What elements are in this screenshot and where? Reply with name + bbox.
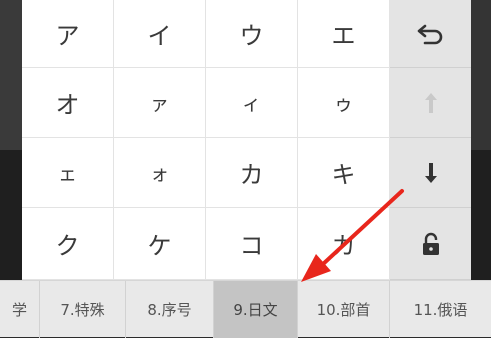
key-katakana-u[interactable]: ウ [206,0,298,68]
key-katakana-ka-2[interactable]: カ [298,208,390,280]
tab-serial-number[interactable]: 8.序号 [126,281,214,338]
key-katakana-i[interactable]: イ [114,0,206,68]
katakana-key-grid: ア イ ウ エ オ ァ ィ ゥ ェ ォ カ キ ク ケ コ カ [22,0,390,280]
tab-russian[interactable]: 11.俄语 [390,281,491,338]
key-katakana-a[interactable]: ア [22,0,114,68]
undo-button[interactable] [390,0,471,68]
undo-icon [417,24,442,44]
lock-icon [422,232,439,255]
function-key-column [390,0,471,280]
arrow-down-icon [424,162,437,183]
key-katakana-small-e[interactable]: ェ [22,138,114,208]
tab-special[interactable]: 7.特殊 [40,281,126,338]
key-katakana-small-o[interactable]: ォ [114,138,206,208]
key-katakana-ku[interactable]: ク [22,208,114,280]
arrow-up-icon [424,92,437,113]
tab-japanese[interactable]: 9.日文 [214,281,298,338]
tab-radicals[interactable]: 10.部首 [298,281,390,338]
background-right-panel-dark [471,150,491,280]
key-katakana-small-u[interactable]: ゥ [298,68,390,138]
page-down-button[interactable] [390,138,471,208]
category-tab-bar: 学 7.特殊 8.序号 9.日文 10.部首 11.俄语 [0,280,491,338]
key-katakana-ki[interactable]: キ [298,138,390,208]
lock-button[interactable] [390,208,471,280]
tab-category-partial[interactable]: 学 [0,281,40,338]
page-up-button[interactable] [390,68,471,138]
background-left-panel-dark [0,150,22,280]
key-katakana-e[interactable]: エ [298,0,390,68]
key-katakana-o[interactable]: オ [22,68,114,138]
key-katakana-small-a[interactable]: ァ [114,68,206,138]
key-katakana-ka[interactable]: カ [206,138,298,208]
symbol-keyboard: ア イ ウ エ オ ァ ィ ゥ ェ ォ カ キ ク ケ コ カ [22,0,471,280]
key-katakana-small-i[interactable]: ィ [206,68,298,138]
background-left-panel [0,0,22,150]
key-katakana-ke[interactable]: ケ [114,208,206,280]
key-katakana-ko[interactable]: コ [206,208,298,280]
